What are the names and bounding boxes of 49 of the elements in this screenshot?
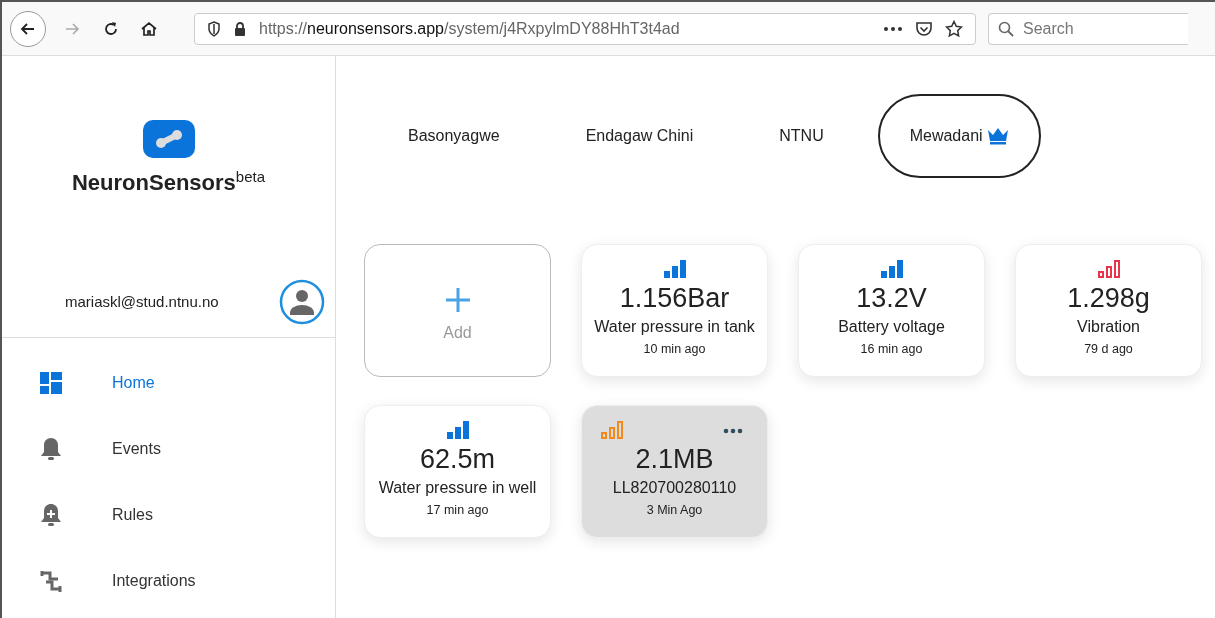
sensor-value: 2.1MB (635, 444, 714, 475)
dashboard-icon (40, 372, 62, 394)
sensor-value: 1.298g (1067, 283, 1150, 314)
lock-icon (233, 20, 247, 37)
sensor-name: Water pressure in tank (594, 318, 755, 336)
sensor-time: 79 d ago (1084, 342, 1133, 356)
sensor-time: 10 min ago (643, 342, 706, 356)
sensor-value: 1.156Bar (619, 283, 730, 314)
search-field[interactable]: Search (988, 12, 1188, 45)
home-icon[interactable] (140, 19, 158, 38)
reload-icon[interactable] (102, 19, 120, 38)
bell-icon (40, 437, 62, 461)
nav-item[interactable]: Integrations (2, 548, 335, 614)
system-tab[interactable]: NTNU (747, 94, 856, 178)
pipes-icon (40, 570, 62, 592)
user-email: mariaskl@stud.ntnu.no (65, 293, 219, 310)
system-tab[interactable]: Mewadani (877, 94, 1041, 178)
sensor-name: Battery voltage (838, 318, 945, 336)
sensor-time: 16 min ago (860, 342, 923, 356)
plus-icon (443, 286, 472, 314)
pocket-icon[interactable] (915, 20, 933, 37)
sensor-name: Water pressure in well (378, 479, 537, 497)
star-icon[interactable] (945, 19, 963, 38)
sensor-card[interactable]: 1.156Bar Water pressure in tank 10 min ago (581, 244, 768, 377)
nav-item[interactable]: Home (2, 350, 335, 416)
url-text: https://neuronsensors.app/system/j4RxpylmDY88HhT3t4ad (259, 19, 680, 38)
brand-name: NeuronSensors$^{beta}$ (72, 168, 265, 197)
sensor-value: 62.5m (419, 444, 495, 475)
sensor-value: 13.2V (856, 283, 927, 314)
sensor-name: Vibration (1077, 318, 1140, 336)
sensor-card[interactable]: 2.1MB LL820700280110 3 Min Ago (581, 405, 768, 538)
sensor-card[interactable]: 62.5m Water pressure in well 17 min ago (364, 405, 551, 538)
address-bar[interactable]: https://neuronsensors.app/system/j4RxpylmDY88HhT3t4ad (194, 12, 976, 45)
sensor-name: LL820700280110 (612, 479, 737, 497)
system-tab[interactable]: Basonyagwe (376, 94, 532, 178)
logo-icon (142, 120, 195, 158)
nav-item[interactable]: Rules (2, 482, 335, 548)
bell-plus-icon (40, 503, 62, 527)
sensor-card[interactable]: 13.2V Battery voltage 16 min ago (798, 244, 985, 377)
sensor-time: 17 min ago (426, 503, 489, 517)
more-icon[interactable] (883, 25, 903, 32)
sensor-card[interactable]: 1.298g Vibration 79 d ago (1015, 244, 1202, 377)
sensor-time: 3 Min Ago (646, 503, 703, 517)
nav-item[interactable]: Events (2, 416, 335, 482)
system-tab[interactable]: Endagaw Chini (553, 94, 726, 178)
back-button[interactable] (10, 10, 46, 47)
avatar-icon[interactable] (279, 278, 325, 325)
shield-icon (207, 20, 221, 37)
more-icon[interactable] (723, 428, 743, 434)
